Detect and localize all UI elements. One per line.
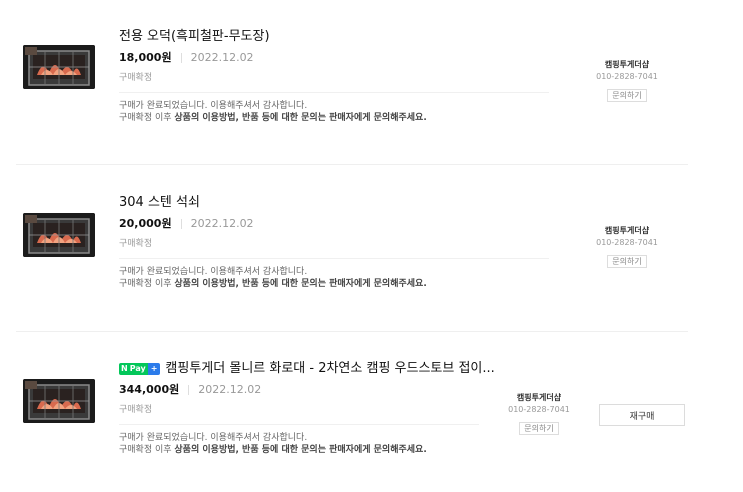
seller-name[interactable]: 캠핑투게더샵 (494, 392, 584, 403)
order-date: 2022.12.02 (198, 383, 262, 396)
npay-pay-label: Pay (129, 363, 148, 375)
product-thumbnail[interactable] (23, 379, 95, 423)
order-item: 304 스텐 석쇠 20,000원 2022.12.02 구매확정 구매가 완료… (16, 166, 688, 326)
message-line2-prefix: 구매확정 이후 (119, 279, 175, 289)
separator (180, 53, 182, 63)
product-thumbnail[interactable] (23, 213, 95, 257)
seller-info: 캠핑투게더샵 010-2828-7041 문의하기 (494, 392, 584, 435)
product-title[interactable]: 304 스텐 석쇠 (119, 195, 579, 211)
price-row: 20,000원 2022.12.02 (119, 217, 579, 231)
order-item: N Pay + 캠핑투게더 몰니르 화로대 - 2차연소 캠핑 우드스토브 접이..… (16, 332, 688, 492)
message-line1: 구매가 완료되었습니다. 이용해주셔서 감사합니다. (119, 101, 308, 111)
message-line2: 구매확정 이후 상품의 이용방법, 반품 등에 대한 문의는 판매자에게 문의해… (119, 278, 579, 290)
product-title[interactable]: N Pay + 캠핑투게더 몰니르 화로대 - 2차연소 캠핑 우드스토브 접이..… (119, 361, 579, 377)
message-line2-prefix: 구매확정 이후 (119, 445, 175, 455)
message-line2: 구매확정 이후 상품의 이용방법, 반품 등에 대한 문의는 판매자에게 문의해… (119, 112, 579, 124)
message-line2-bold: 상품의 이용방법, 반품 등에 대한 문의는 판매자에게 문의해주세요. (174, 279, 427, 289)
ask-seller-button[interactable]: 문의하기 (607, 255, 647, 268)
seller-info: 캠핑투게더샵 010-2828-7041 문의하기 (582, 225, 672, 268)
product-title-text[interactable]: 캠핑투게더 몰니르 화로대 - 2차연소 캠핑 우드스토브 접이... (165, 361, 494, 377)
ask-seller-button[interactable]: 문의하기 (607, 89, 647, 102)
separator (180, 219, 182, 229)
seller-phone: 010-2828-7041 (596, 72, 658, 81)
order-message: 구매가 완료되었습니다. 이용해주셔서 감사합니다. 구매확정 이후 상품의 이… (119, 432, 579, 456)
order-status: 구매확정 (119, 238, 549, 259)
npay-n-icon: N (119, 363, 130, 375)
order-date: 2022.12.02 (190, 217, 254, 230)
seller-name[interactable]: 캠핑투게더샵 (582, 59, 672, 70)
message-line1: 구매가 완료되었습니다. 이용해주셔서 감사합니다. (119, 267, 308, 277)
order-date: 2022.12.02 (190, 51, 254, 64)
rebuy-button[interactable]: 재구매 (599, 404, 685, 426)
message-line2-bold: 상품의 이용방법, 반품 등에 대한 문의는 판매자에게 문의해주세요. (174, 445, 427, 455)
order-message: 구매가 완료되었습니다. 이용해주셔서 감사합니다. 구매확정 이후 상품의 이… (119, 266, 579, 290)
product-title[interactable]: 전용 오덕(흑피철판-무도장) (119, 29, 579, 45)
price: 20,000원 (119, 217, 172, 230)
product-title-text[interactable]: 전용 오덕(흑피철판-무도장) (119, 29, 270, 45)
message-line2-bold: 상품의 이용방법, 반품 등에 대한 문의는 판매자에게 문의해주세요. (174, 113, 427, 123)
seller-phone: 010-2828-7041 (596, 238, 658, 247)
separator (188, 385, 190, 395)
order-status: 구매확정 (119, 404, 479, 425)
order-info: 304 스텐 석쇠 20,000원 2022.12.02 구매확정 구매가 완료… (119, 195, 579, 290)
seller-phone: 010-2828-7041 (508, 405, 570, 414)
price-row: 18,000원 2022.12.02 (119, 51, 579, 65)
divider (16, 164, 688, 165)
message-line2-prefix: 구매확정 이후 (119, 113, 175, 123)
npay-plus-icon: + (147, 363, 161, 375)
seller-name[interactable]: 캠핑투게더샵 (582, 225, 672, 236)
order-message: 구매가 완료되었습니다. 이용해주셔서 감사합니다. 구매확정 이후 상품의 이… (119, 100, 579, 124)
message-line2: 구매확정 이후 상품의 이용방법, 반품 등에 대한 문의는 판매자에게 문의해… (119, 444, 579, 456)
order-info: 전용 오덕(흑피철판-무도장) 18,000원 2022.12.02 구매확정 … (119, 29, 579, 124)
ask-seller-button[interactable]: 문의하기 (519, 422, 559, 435)
seller-info: 캠핑투게더샵 010-2828-7041 문의하기 (582, 59, 672, 102)
product-thumbnail[interactable] (23, 45, 95, 89)
price: 18,000원 (119, 51, 172, 64)
order-status: 구매확정 (119, 72, 549, 93)
order-item: 전용 오덕(흑피철판-무도장) 18,000원 2022.12.02 구매확정 … (16, 0, 688, 160)
price: 344,000원 (119, 383, 180, 396)
npay-badge: N Pay + (119, 363, 161, 375)
product-title-text[interactable]: 304 스텐 석쇠 (119, 195, 200, 211)
